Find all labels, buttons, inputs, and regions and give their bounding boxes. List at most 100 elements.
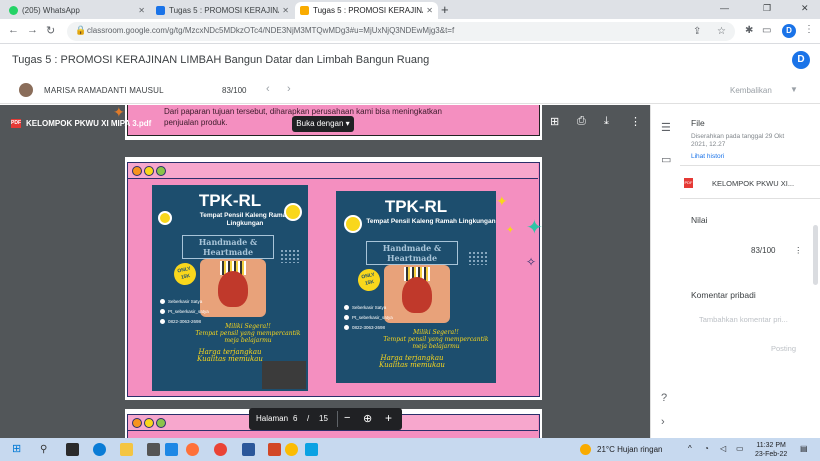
firefox-icon[interactable]: [186, 443, 199, 456]
grade-value[interactable]: 83/100: [751, 246, 775, 255]
maximize-icon[interactable]: ❐: [763, 3, 771, 14]
add-comment-icon[interactable]: ⊞: [550, 115, 559, 128]
price-line: Kualitas memukau: [197, 355, 263, 363]
star-icon[interactable]: ☆: [717, 26, 726, 37]
windows-start-icon[interactable]: ⊞: [12, 443, 25, 456]
reload-icon[interactable]: ↻: [46, 24, 55, 37]
classroom-icon: [156, 6, 165, 15]
chevron-up-icon[interactable]: ^: [688, 444, 692, 453]
grading-panel: ☰ ▭ File Diserahkan pada tanggal 29 Okt …: [650, 105, 820, 438]
powerpoint-icon[interactable]: [268, 443, 281, 456]
word-icon[interactable]: [242, 443, 255, 456]
network-icon[interactable]: ◔: [704, 444, 709, 453]
profile-avatar[interactable]: D: [782, 24, 796, 38]
chevron-right-icon[interactable]: ›: [661, 416, 665, 428]
page-title: Tugas 5 : PROMOSI KERAJINAN LIMBAH Bangu…: [12, 54, 430, 66]
search-icon[interactable]: ⚲: [40, 443, 53, 456]
grade-heading: Nilai: [691, 215, 708, 225]
chrome-icon[interactable]: [285, 443, 298, 456]
photos-icon[interactable]: [305, 443, 318, 456]
tagline-line: Miliki Segera!!: [225, 323, 271, 330]
clock-time: 11:32 PM: [756, 442, 786, 449]
language-icon[interactable]: ▭: [736, 444, 744, 453]
comment-input[interactable]: Tambahkan komentar pri...: [699, 316, 788, 324]
store-icon[interactable]: [147, 443, 160, 456]
product-photo: [384, 265, 450, 323]
edge-icon[interactable]: [93, 443, 106, 456]
zoom-out-icon[interactable]: −: [344, 412, 350, 424]
chevron-down-icon[interactable]: ▼: [790, 85, 798, 94]
student-avatar: [19, 83, 33, 97]
file-heading: File: [691, 118, 705, 128]
handmade-label: Handmade & Heartmade: [366, 241, 458, 265]
previous-student-icon[interactable]: ‹: [266, 83, 270, 95]
extensions-icon[interactable]: ✱: [745, 25, 753, 36]
url-text: classroom.google.com/g/tg/MzcxNDc5MDkzOT…: [87, 26, 455, 35]
tab-classroom-1[interactable]: Tugas 5 : PROMOSI KERAJINAN ✕: [151, 2, 294, 19]
comment-icon[interactable]: ▭: [661, 153, 671, 166]
url-field[interactable]: 🔒 classroom.google.com/g/tg/MzcxNDc5MDkz…: [67, 22, 735, 41]
menu-icon[interactable]: ⋮: [804, 24, 814, 35]
dot-grid-decoration: [468, 251, 488, 265]
close-window-icon[interactable]: ✕: [801, 3, 809, 14]
sidebar-icon[interactable]: ▭: [762, 25, 771, 36]
poster-price-text: Harga terjangkau Kualitas memukau: [190, 349, 270, 363]
post-button[interactable]: Posting: [771, 345, 796, 353]
file-explorer-icon[interactable]: [120, 443, 133, 456]
dot-grid-decoration: [280, 249, 300, 263]
mail-icon[interactable]: [165, 443, 178, 456]
more-icon[interactable]: ⋮: [630, 115, 641, 128]
more-icon[interactable]: ⋮: [794, 245, 803, 256]
file-icon[interactable]: ☰: [661, 121, 671, 134]
seal-logo: [344, 215, 362, 233]
sparkle-decoration: ✧: [526, 255, 537, 269]
student-name[interactable]: MARISA RAMADANTI MAUSUL: [44, 86, 164, 95]
weather-text[interactable]: 21°C Hujan ringan: [597, 445, 662, 454]
minimize-icon[interactable]: —: [720, 3, 729, 13]
close-icon[interactable]: ✕: [426, 6, 433, 15]
print-icon[interactable]: ⎙: [577, 115, 586, 128]
zoom-icon[interactable]: ⊕: [363, 412, 372, 425]
next-student-icon[interactable]: ›: [287, 83, 291, 95]
pdf-viewer[interactable]: Dari paparan tujuan tersebut, diharapkan…: [0, 105, 650, 438]
share-icon[interactable]: ⇪: [693, 26, 701, 37]
whatsapp-icon: [9, 6, 18, 15]
zoom-in-icon[interactable]: +: [385, 411, 392, 425]
notification-icon[interactable]: ▤: [800, 444, 808, 453]
student-grade: 83/100: [222, 86, 247, 95]
scrollbar[interactable]: [813, 225, 818, 285]
poster-tagline: Miliki Segera!! Tempat pensil yang mempe…: [378, 329, 494, 350]
browser-tab-strip: (205) WhatsApp ✕ Tugas 5 : PROMOSI KERAJ…: [0, 0, 820, 19]
window-dot: [132, 166, 142, 176]
attachment-item[interactable]: PDF KELOMPOK PKWU XI... ⧉: [680, 165, 820, 199]
page-current[interactable]: 6: [293, 414, 297, 423]
promo-poster: TPK-RL Tempat Pensil Kaleng Ramah Lingku…: [152, 185, 308, 391]
help-icon[interactable]: ?: [661, 392, 667, 404]
promo-poster: TPK-RL Tempat Pensil Kaleng Ramah Lingku…: [336, 191, 496, 383]
forward-icon[interactable]: →: [27, 24, 38, 36]
window-dot: [144, 418, 154, 428]
new-tab-button[interactable]: +: [441, 2, 449, 17]
history-link[interactable]: Lihat histori: [691, 153, 724, 160]
return-button[interactable]: Kembalikan: [730, 86, 772, 95]
tab-whatsapp[interactable]: (205) WhatsApp ✕: [4, 2, 150, 19]
page-label: Halaman: [256, 414, 289, 423]
close-icon[interactable]: ✕: [282, 6, 289, 15]
chrome-icon[interactable]: [214, 443, 227, 456]
account-avatar[interactable]: D: [792, 51, 810, 69]
window-dot: [156, 418, 166, 428]
social-text: Seberkasir Satya: [168, 299, 203, 304]
tab-classroom-2[interactable]: Tugas 5 : PROMOSI KERAJINAN ✕: [295, 2, 438, 19]
task-view-icon[interactable]: [66, 443, 79, 456]
social-item: Pt_seberkasir_satya: [160, 309, 209, 315]
sparkle-decoration: ✦: [506, 225, 515, 236]
close-icon[interactable]: ✕: [138, 6, 145, 15]
poster-title: TPK-RL: [384, 197, 448, 216]
download-icon[interactable]: ⤓: [604, 115, 609, 128]
back-icon[interactable]: ←: [8, 24, 19, 36]
tagline-line: Miliki Segera!!: [413, 329, 459, 336]
speaker-icon[interactable]: ◁: [720, 444, 726, 453]
student-bar: MARISA RAMADANTI MAUSUL 83/100 ‹ › Kemba…: [0, 77, 820, 104]
clock[interactable]: 11:32 PM 23-Feb-22: [755, 441, 787, 459]
open-with-button[interactable]: Buka dengan ▾: [292, 116, 354, 132]
